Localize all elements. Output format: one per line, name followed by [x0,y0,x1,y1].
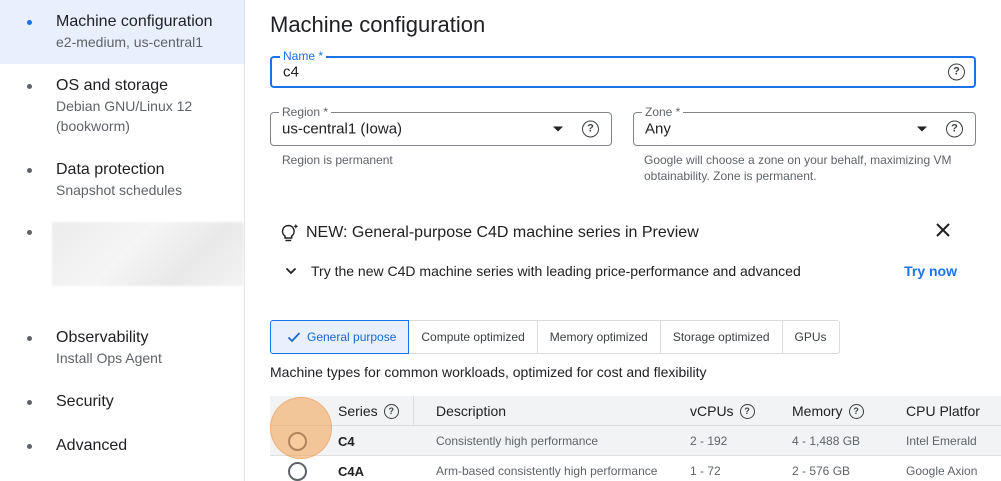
banner-title: NEW: General-purpose C4D machine series … [306,224,699,241]
machine-family-tabs: General purpose Compute optimized Memory… [270,320,840,354]
sidebar-item-os-and-storage[interactable]: OS and storage Debian GNU/Linux 12 (book… [0,76,244,140]
sidebar-item-subtitle: e2-medium, us-central1 [56,34,204,50]
sidebar-item-subtitle: Install Ops Agent [56,350,162,366]
radio-button[interactable] [288,432,307,451]
radio-button[interactable] [288,462,307,481]
main-content: Machine configuration Name * c4 ? Region… [245,0,1001,481]
sidebar-item-subtitle: Snapshot schedules [56,182,183,198]
cpu-platform-cell: Google Axion [906,464,978,478]
vcpus-cell: 1 - 72 [690,464,721,478]
description-cell: Consistently high performance [436,434,599,448]
column-header-label: Description [436,403,507,419]
name-input[interactable]: c4 [283,64,299,81]
help-icon[interactable]: ? [948,63,965,81]
zone-hint: Google will choose a zone on your behalf… [644,153,952,183]
region-field-label: Region * [279,105,332,119]
vcpus-cell: 2 - 192 [690,434,728,448]
region-hint: Region is permanent [282,153,393,167]
sidebar-item-label: Advanced [56,437,128,454]
column-separator [413,396,414,426]
bullet-icon [27,20,32,25]
series-cell: C4 [338,434,355,449]
bullet-icon [27,84,32,89]
help-icon[interactable]: ? [848,403,864,419]
bullet-icon [27,168,32,173]
column-header-cpu-platform[interactable]: CPU Platfor [906,403,1001,419]
banner-expand-row[interactable]: Try the new C4D machine series with lead… [285,263,801,279]
close-icon[interactable] [933,220,953,240]
help-icon[interactable]: ? [946,120,963,138]
try-now-link[interactable]: Try now [904,263,957,279]
column-header-memory[interactable]: Memory ? [792,403,864,419]
region-select[interactable]: Region * us-central1 (Iowa) ? [270,105,612,146]
tab-compute-optimized[interactable]: Compute optimized [408,320,538,354]
column-header-label: CPU Platfor [906,403,980,419]
column-header-description[interactable]: Description [436,403,506,419]
description-cell: Arm-based consistently high performance [436,464,658,478]
lightbulb-sparkle-icon [281,223,299,242]
column-header-label: Series [338,403,378,419]
sidebar-nav: Machine configuration e2-medium, us-cent… [0,0,245,481]
name-field-label: Name * [280,49,327,63]
sidebar-item-subtitle: Debian GNU/Linux 12 (bookworm) [56,98,193,134]
table-row[interactable]: C4 Consistently high performance 2 - 192… [270,426,1001,456]
sidebar-item-label: Machine configuration [56,13,213,30]
sidebar-item-label: OS and storage [56,77,169,94]
bullet-icon [27,444,32,449]
memory-cell: 2 - 576 GB [792,464,851,478]
zone-select[interactable]: Zone * Any ? [633,105,976,146]
help-icon[interactable]: ? [582,120,599,138]
banner-title-row: NEW: General-purpose C4D machine series … [280,222,699,244]
table-header: Series ? Description vCPUs ? Memory ? CP… [270,396,1001,426]
help-icon[interactable]: ? [739,403,755,419]
sidebar-item-label: Observability [56,329,149,346]
sidebar-item-advanced[interactable]: Advanced [0,436,244,460]
banner-body: Try the new C4D machine series with lead… [311,263,801,279]
tab-label: Compute optimized [421,330,525,344]
series-cell: C4A [338,464,365,479]
help-icon[interactable]: ? [383,403,399,419]
sidebar-item-label: Security [56,393,114,410]
region-value: us-central1 (Iowa) [282,120,403,138]
column-header-label: vCPUs [690,403,734,419]
table-row[interactable]: C4A Arm-based consistently high performa… [270,456,1001,481]
tab-general-purpose[interactable]: General purpose [270,320,410,354]
sidebar-item-label: Data protection [56,161,165,178]
tab-memory-optimized[interactable]: Memory optimized [536,320,661,354]
tab-label: Memory optimized [549,330,648,344]
blurred-placeholder [52,222,244,286]
page-title: Machine configuration [270,12,486,37]
tab-label: Storage optimized [672,330,770,344]
column-header-series[interactable]: Series ? [338,403,399,419]
dropdown-arrow-icon[interactable] [917,126,927,132]
chevron-down-icon[interactable] [285,265,297,277]
tab-gpus[interactable]: GPUs [781,320,840,354]
name-field[interactable]: Name * c4 ? [270,49,976,88]
check-icon [287,332,301,343]
cpu-platform-cell: Intel Emerald [906,434,977,448]
tab-storage-optimized[interactable]: Storage optimized [659,320,783,354]
bullet-icon [27,230,32,235]
zone-value: Any [645,120,671,138]
memory-cell: 4 - 1,488 GB [792,434,861,448]
tab-label: General purpose [307,330,397,344]
tab-description: Machine types for common workloads, opti… [270,364,707,380]
column-header-vcpus[interactable]: vCPUs ? [690,403,755,419]
dropdown-arrow-icon[interactable] [553,126,563,132]
sidebar-item-security[interactable]: Security [0,392,244,416]
sidebar-item-observability[interactable]: Observability Install Ops Agent [0,328,244,374]
bullet-icon [27,336,32,341]
sidebar-item-data-protection[interactable]: Data protection Snapshot schedules [0,160,244,206]
column-header-label: Memory [792,403,843,419]
zone-field-label: Zone * [642,105,684,119]
tab-label: GPUs [794,330,827,344]
bullet-icon [27,400,32,405]
sidebar-item-machine-configuration[interactable]: Machine configuration e2-medium, us-cent… [0,0,244,64]
